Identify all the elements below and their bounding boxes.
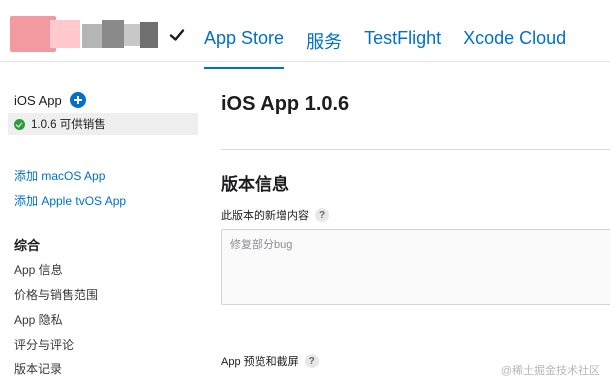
sidebar-section-general: 综合 [14,238,41,253]
redacted-app-name [10,14,160,54]
top-header: App Store 服务 TestFlight Xcode Cloud [0,0,610,69]
sidebar-item-ratings[interactable]: 评分与评论 [14,336,74,353]
checkmark-circle-icon [14,118,25,130]
tab-services[interactable]: 服务 [306,28,342,54]
help-icon[interactable]: ? [304,354,319,368]
sidebar-item-app-info[interactable]: App 信息 [14,261,63,278]
tab-app-store[interactable]: App Store [204,28,285,69]
whats-new-label-text: 此版本的新增内容 [221,210,309,222]
preview-screenshots-label: App 预览和截屏 ? [221,353,319,369]
main-content: iOS App 1.0.6 版本信息 此版本的新增内容 ? 修复部分bug Ap… [204,62,610,386]
sidebar-item-privacy[interactable]: App 隐私 [14,311,63,328]
top-tabs: App Store 服务 TestFlight Xcode Cloud [204,28,566,69]
help-icon[interactable]: ? [315,208,329,222]
page-title: iOS App 1.0.6 [221,93,350,115]
whats-new-label: 此版本的新增内容 ? [221,207,329,223]
add-tvos-app-link[interactable]: 添加 Apple tvOS App [14,192,126,209]
tab-xcode-cloud[interactable]: Xcode Cloud [463,28,566,54]
checkmark-icon[interactable] [168,26,186,44]
preview-label-text: App 预览和截屏 [221,356,299,368]
sidebar-item-version[interactable]: 1.0.6 可供销售 [8,113,198,135]
add-macos-app-link[interactable]: 添加 macOS App [14,167,105,184]
sidebar: iOS App 1.0.6 可供销售 添加 macOS App 添加 Apple… [0,62,204,386]
whats-new-textarea[interactable]: 修复部分bug [221,229,610,305]
platform-row: iOS App [14,92,86,108]
sidebar-item-pricing[interactable]: 价格与销售范围 [14,286,98,303]
watermark: @稀土掘金技术社区 [500,365,600,377]
section-title-version-info: 版本信息 [221,175,289,194]
divider [221,149,610,150]
tab-testflight[interactable]: TestFlight [364,28,441,54]
add-version-plus-icon[interactable] [69,92,86,108]
version-status-label: 1.0.6 可供销售 [31,119,106,131]
sidebar-item-version-history[interactable]: 版本记录 [14,360,62,377]
platform-title: iOS App [14,92,62,108]
app-switcher[interactable] [10,14,190,54]
